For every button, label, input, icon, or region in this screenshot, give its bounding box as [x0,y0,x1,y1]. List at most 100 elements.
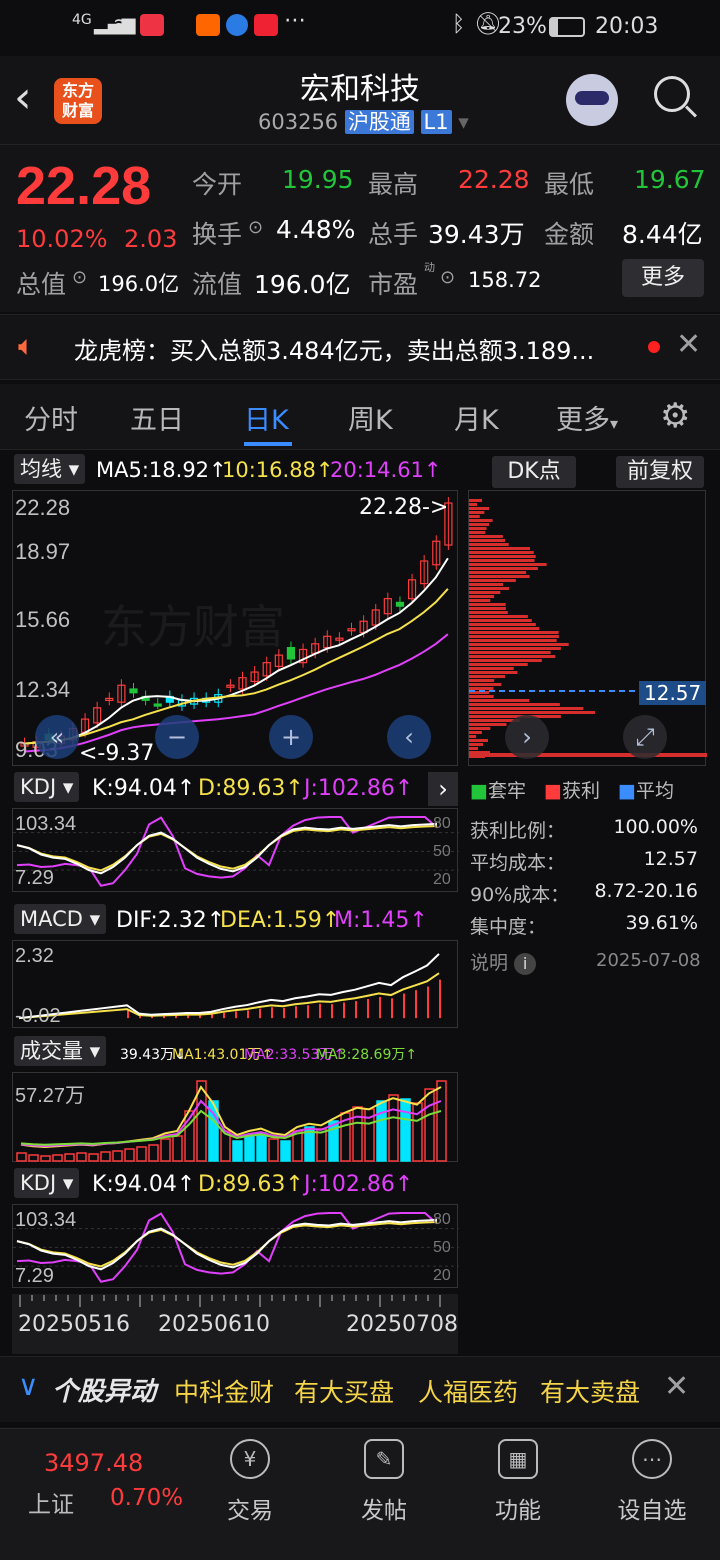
bottom-nav: 3497.48 上证 0.70% ¥ 交易 ✎ 发帖 ▦ 功能 ⋯ 设自选 [0,1428,720,1560]
chip-bar [469,735,477,738]
yen-icon: ¥ [230,1439,270,1479]
y-label-4: 12.34 [15,677,71,702]
ticker-item-1[interactable]: 中科金财 [174,1373,274,1409]
volume-selector[interactable]: 成交量 ▾ [14,1036,107,1066]
dragon-tiger-notice[interactable]: 🔈︎ 龙虎榜：买入总额3.484亿元，卖出总额3.189... ✕ [0,314,720,380]
volume-bar [52,1154,63,1162]
more-button[interactable]: 更多 [622,259,704,297]
volume-bar [136,1146,147,1162]
kdj-panel[interactable]: 103.34 7.29 80 50 20 [12,808,459,892]
ma-selector[interactable]: 均线 ▾ [14,454,86,484]
settings-gear-icon[interactable]: ⚙ [660,396,690,436]
open-value: 19.95 [282,165,354,194]
nav-watchlist[interactable]: ⋯ 设自选 [592,1439,712,1525]
date-label-3: 20250708 [346,1312,458,1337]
volume-panel[interactable]: 57.27万 [12,1072,458,1162]
info-icon[interactable]: ⊙ [248,217,263,238]
chip-bar [469,615,528,618]
macd-bar [439,979,441,1019]
volume-bar [64,1153,75,1162]
tab-five-day[interactable]: 五日 [130,398,184,437]
chip-bar [469,659,542,662]
stock-code-line[interactable]: 603256 沪股通 L1 ▾ [258,106,469,136]
expand-icon[interactable]: ⤢ [623,715,667,759]
candle [153,703,162,707]
chip-note[interactable]: 说明 i [470,948,537,975]
zoom-out-icon[interactable]: − [155,715,199,759]
kdj-j: J:102.86↑ [304,776,414,801]
scroll-left-icon[interactable]: ‹ [387,715,431,759]
nav-watchlist-label: 设自选 [617,1498,687,1524]
chip-bar [469,643,569,646]
info-icon: i [514,953,537,975]
macd-panel[interactable]: 2.32 -0.02 [12,940,458,1028]
tab-daily-k[interactable]: 日K [244,398,289,437]
expand-arrow-icon[interactable]: › [428,772,458,806]
edit-icon: ✎ [364,1439,404,1479]
chip-next-icon[interactable]: › [505,715,549,759]
kdj-selector[interactable]: KDJ ▾ [14,772,80,802]
ma-row: 均线 ▾ MA5:18.92↑ 10:16.88↑ 20:14.61↑ DK点 … [0,454,720,490]
macd-bar [247,1010,249,1019]
dk-point-button[interactable]: DK点 [492,456,576,488]
chip-bar [469,747,479,750]
stock-alert-ticker[interactable]: ∨ 个股异动 中科金财 有大买盘 人福医药 有大卖盘 ✕ [0,1356,720,1422]
volume-bar [268,1138,279,1162]
tab-intraday[interactable]: 分时 [24,398,78,437]
macd-bar [259,1008,261,1019]
chip-svg [469,499,707,758]
chip-bar [469,515,480,518]
chip-bar [469,743,484,746]
unread-dot [648,341,660,353]
index-quote[interactable]: 3497.48 上证 0.70% [0,1429,183,1560]
volume-bar [100,1151,111,1162]
kdj2-y-top: 103.34 [15,1209,77,1231]
scroll-left-fast-icon[interactable]: « [35,715,79,759]
nav-functions[interactable]: ▦ 功能 [458,1439,578,1525]
collapse-chevron-icon[interactable]: ∨ [18,1369,39,1402]
macd-bar [223,1012,225,1019]
info-icon[interactable]: ⊙ [440,267,455,288]
kdj2-selector[interactable]: KDJ ▾ [14,1168,80,1198]
chip-distribution-panel[interactable]: 12.57 › ⤢ [468,490,707,766]
chip-bar [469,703,560,706]
robot-assistant-icon[interactable] [566,74,618,126]
info-icon[interactable]: ⊙ [72,267,87,288]
watermark: 东方财富 [101,600,285,654]
kline-panel[interactable]: 22.28 18.97 15.66 12.34 9.03 22.28-> <-9… [12,490,458,766]
nav-trade[interactable]: ¥ 交易 [190,1439,310,1525]
ticker-item-3[interactable]: 人福医药 [418,1373,518,1409]
timeline-bar[interactable]: 20250516 20250610 20250708 [12,1294,458,1354]
adjust-button[interactable]: 前复权 [616,456,704,488]
volume-bar [244,1135,255,1162]
candle [395,601,405,607]
volume-value: 39.43万 [428,220,525,249]
change-percent: 10.02% [16,225,108,253]
high-label: 最高 [368,170,419,199]
tab-weekly-k[interactable]: 周K [348,398,393,437]
close-icon[interactable]: ✕ [676,327,701,362]
kdj2-panel[interactable]: 103.34 7.29 80 50 20 [12,1204,459,1288]
nav-post[interactable]: ✎ 发帖 [324,1439,444,1525]
kdj-k-line [16,1218,438,1271]
macd-m: M:1.45↑ [334,908,428,933]
chip-bar [469,627,540,630]
kdj-y-top: 103.34 [15,813,77,835]
chip-bar [469,539,506,542]
tab-more[interactable]: 更多▾ [556,398,618,437]
close-icon[interactable]: ✕ [664,1369,689,1404]
volume-bar [352,1106,363,1162]
macd-selector[interactable]: MACD ▾ [14,904,107,934]
ticker-item-4[interactable]: 有大卖盘 [540,1373,640,1409]
macd-bar [211,1014,213,1019]
chip-bar [469,739,489,742]
volume-row: 成交量 ▾ 39.43万↓ MA1:43.01万↑ MA2:33.53万↑ MA… [0,1034,720,1070]
chip-bar [469,567,538,570]
zoom-in-icon[interactable]: + [269,715,313,759]
ticker-item-2[interactable]: 有大买盘 [294,1373,394,1409]
hgt-badge: 沪股通 [344,110,414,134]
y-label-3: 15.66 [15,607,71,632]
kdj2-svg [13,1212,459,1283]
tab-monthly-k[interactable]: 月K [454,398,499,437]
high-marker: 22.28-> [359,495,449,520]
